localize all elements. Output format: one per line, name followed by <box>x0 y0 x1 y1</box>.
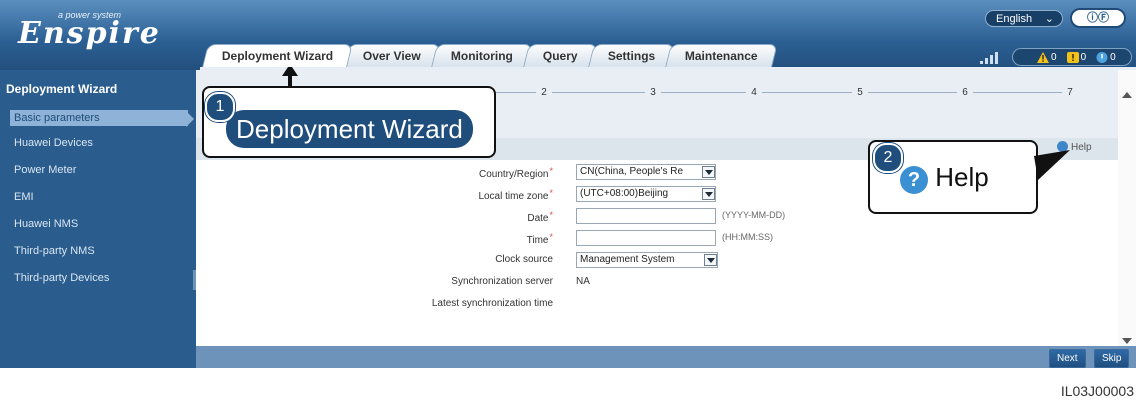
language-select[interactable]: English ⌄ <box>985 10 1063 27</box>
top-header: a power system Enspire English ⌄ ⓘⒻ 0 0 <box>0 0 1136 70</box>
required-mark: * <box>549 166 553 176</box>
main-tabs: Deployment Wizard Over View Monitoring Q… <box>202 44 778 68</box>
language-value: English <box>996 13 1033 25</box>
country-value: CN(China, People's Re <box>580 166 684 177</box>
tab-query[interactable]: Query <box>523 44 598 67</box>
sidebar: Deployment Wizard Basic parameters Huawe… <box>0 70 197 368</box>
callout-deployment-wizard: Deployment Wizard <box>202 86 496 158</box>
callout-number-2: 2 <box>873 143 903 173</box>
clock-source-select[interactable]: Management System <box>576 252 718 268</box>
sync-server-label: Synchronization server <box>451 276 553 287</box>
active-item-pointer <box>186 111 194 127</box>
step-4[interactable]: 4 <box>746 85 762 101</box>
chevron-down-icon <box>702 166 715 178</box>
date-label: Date* <box>527 210 553 224</box>
tab-label: Settings <box>607 49 655 63</box>
wizard-footer: Next Skip <box>196 346 1136 368</box>
time-input[interactable] <box>576 230 716 246</box>
callout-pointer-arrow <box>282 64 298 88</box>
tab-label: Deployment Wizard <box>221 49 334 63</box>
vertical-scrollbar[interactable] <box>1118 70 1136 346</box>
sidebar-item-power-meter[interactable]: Power Meter <box>14 164 76 176</box>
next-button[interactable]: Next <box>1049 349 1086 368</box>
user-logout-button[interactable]: ⓘⒻ <box>1070 8 1126 28</box>
time-row: Time* (HH:MM:SS) <box>196 228 1118 250</box>
clock-source-row: Clock source Management System <box>196 250 1118 272</box>
step-5[interactable]: 5 <box>852 85 868 101</box>
chevron-down-icon <box>704 254 717 266</box>
chevron-down-icon <box>702 188 715 200</box>
latest-sync-row: Latest synchronization time <box>196 294 1118 316</box>
timezone-label: Local time zone* <box>478 188 553 202</box>
alarm-summary[interactable]: 0 0 0 <box>1012 48 1132 66</box>
country-label-text: Country/Region <box>479 169 549 180</box>
scroll-down-icon[interactable] <box>1122 338 1132 344</box>
major-count: 0 <box>1080 51 1087 63</box>
clock-source-value: Management System <box>580 254 675 265</box>
alert-square-icon <box>1066 51 1079 63</box>
critical-alarm[interactable]: 0 <box>1037 51 1057 63</box>
logo-name: Enspire <box>18 16 161 51</box>
help-icon: ? <box>900 166 928 194</box>
tab-deployment-wizard[interactable]: Deployment Wizard <box>202 44 354 67</box>
chevron-down-icon: ⌄ <box>1044 13 1054 25</box>
step-2[interactable]: 2 <box>536 85 552 101</box>
required-mark: * <box>549 210 553 220</box>
callout-help-pointer <box>1034 150 1070 180</box>
minor-count: 0 <box>1110 51 1116 63</box>
signal-icon <box>980 52 998 64</box>
sidebar-item-emi[interactable]: EMI <box>14 191 34 203</box>
timezone-select[interactable]: (UTC+08:00)Beijing <box>576 186 716 202</box>
info-circle-icon <box>1096 51 1108 63</box>
sidebar-item-third-party-nms[interactable]: Third-party NMS <box>14 245 95 257</box>
timezone-label-text: Local time zone <box>478 191 549 202</box>
help-link-label: Help <box>1071 142 1092 153</box>
tab-label: Maintenance <box>684 49 758 63</box>
sidebar-title: Deployment Wizard <box>6 82 118 96</box>
step-6[interactable]: 6 <box>957 85 973 101</box>
sidebar-item-huawei-devices[interactable]: Huawei Devices <box>14 137 93 149</box>
latest-sync-label: Latest synchronization time <box>431 298 553 309</box>
callout-number-1: 1 <box>205 92 235 122</box>
date-format-hint: (YYYY-MM-DD) <box>722 210 786 220</box>
timezone-value: (UTC+08:00)Beijing <box>580 188 669 199</box>
tab-label: Query <box>542 49 578 63</box>
sync-server-row: Synchronization server NA <box>196 272 1118 294</box>
tab-label: Monitoring <box>450 49 513 63</box>
tab-settings[interactable]: Settings <box>587 44 675 67</box>
callout-deployment-wizard-label: Deployment Wizard <box>226 110 473 148</box>
tab-monitoring[interactable]: Monitoring <box>431 44 533 67</box>
time-label: Time* <box>527 232 553 246</box>
sidebar-item-third-party-devices[interactable]: Third-party Devices <box>14 272 109 284</box>
app-window: a power system Enspire English ⌄ ⓘⒻ 0 0 <box>0 0 1136 368</box>
major-alarm[interactable]: 0 <box>1066 51 1087 63</box>
step-7[interactable]: 7 <box>1062 85 1078 101</box>
warning-triangle-icon <box>1037 51 1049 63</box>
step-3[interactable]: 3 <box>645 85 661 101</box>
date-label-text: Date <box>527 213 549 224</box>
country-select[interactable]: CN(China, People's Re <box>576 164 716 180</box>
sync-server-value: NA <box>576 276 590 287</box>
sidebar-item-basic-parameters[interactable]: Basic parameters <box>10 110 188 126</box>
time-format-hint: (HH:MM:SS) <box>722 232 773 242</box>
callout-help-label: ? Help <box>900 162 989 194</box>
tab-label: Over View <box>363 49 421 63</box>
clock-source-label: Clock source <box>495 254 553 265</box>
skip-button[interactable]: Skip <box>1094 349 1130 368</box>
required-mark: * <box>549 188 553 198</box>
critical-count: 0 <box>1051 51 1057 63</box>
date-input[interactable] <box>576 208 716 224</box>
country-label: Country/Region* <box>479 166 553 180</box>
minor-alarm[interactable]: 0 <box>1096 51 1116 63</box>
callout-help-text: Help <box>935 162 989 192</box>
figure-code: IL03J00003 <box>1060 383 1134 399</box>
tab-maintenance[interactable]: Maintenance <box>665 44 778 67</box>
scroll-up-icon[interactable] <box>1122 92 1132 98</box>
required-mark: * <box>549 232 553 242</box>
time-label-text: Time <box>526 235 549 246</box>
sidebar-item-huawei-nms[interactable]: Huawei NMS <box>14 218 78 230</box>
tab-over-view[interactable]: Over View <box>343 44 441 67</box>
